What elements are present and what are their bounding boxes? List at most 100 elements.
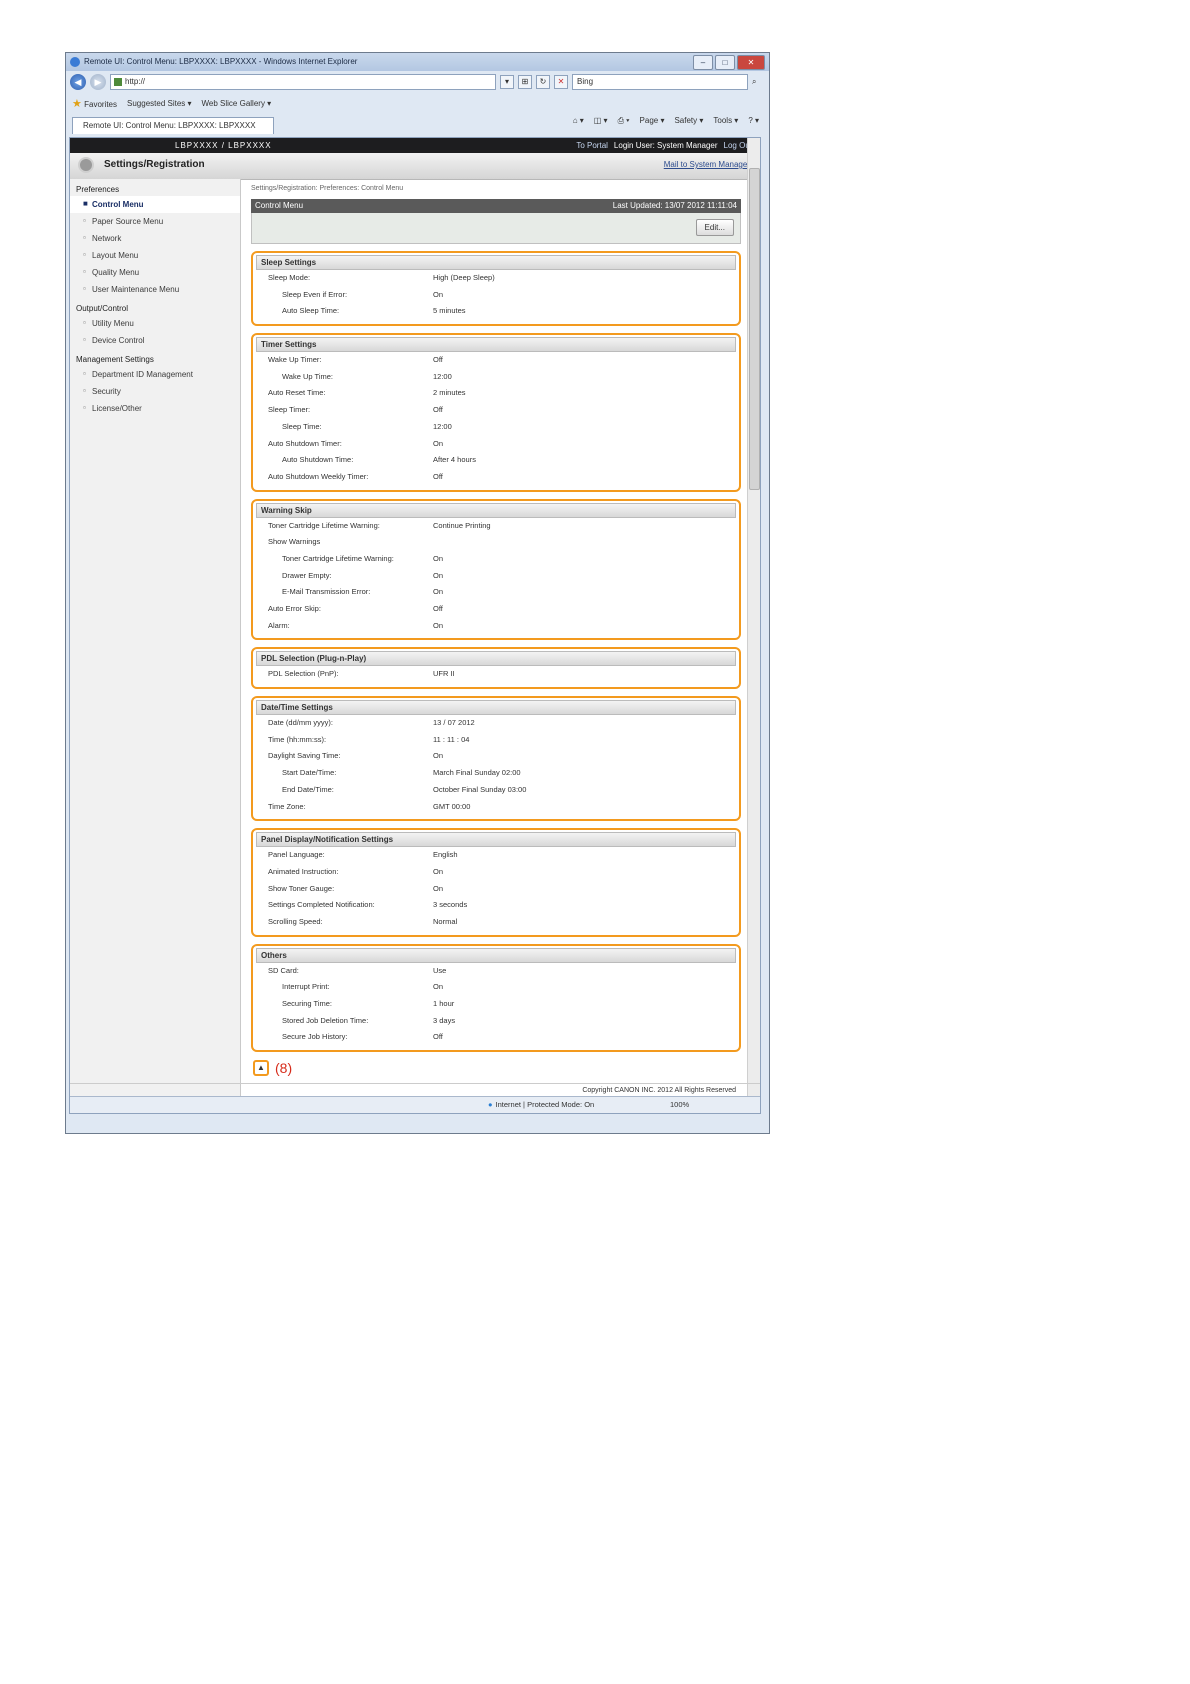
favorites-button[interactable]: ★ Favorites (72, 97, 117, 110)
setting-row: PDL Selection (PnP): UFR II (256, 666, 736, 683)
setting-value: 12:00 (433, 371, 452, 381)
mail-to-system-manager-link[interactable]: Mail to System Manager (664, 160, 750, 169)
setting-label: Wake Up Timer: (268, 355, 322, 365)
minimize-icon[interactable]: – (693, 55, 713, 70)
sidebar-item-security[interactable]: Security (70, 383, 240, 400)
to-portal-link[interactable]: To Portal (576, 138, 608, 153)
search-icon[interactable]: ⌕ (752, 77, 756, 87)
web-slice-gallery-link[interactable]: Web Slice Gallery ▾ (202, 99, 272, 108)
setting-value: October Final Sunday 03:00 (433, 784, 527, 794)
dropdown-icon[interactable]: ▾ (500, 75, 514, 89)
command-bar: ⌂ ▾ ◫ ▾ ⎙ ▾ Page ▾ Safety ▾ Tools ▾ ? ▾ (573, 116, 759, 126)
search-input[interactable]: Bing (572, 74, 748, 90)
settings-section: Sleep Settings Sleep Mode: High (Deep Slee… (251, 251, 760, 327)
setting-label: Sleep Time: (282, 421, 322, 431)
setting-label: Secure Job History: (282, 1032, 348, 1042)
home-icon[interactable]: ⌂ ▾ (573, 116, 584, 126)
setting-label: Auto Sleep Time: (282, 306, 340, 316)
setting-value: 11 : 11 : 04 (433, 734, 470, 744)
vertical-scrollbar[interactable] (747, 138, 760, 1113)
settings-section: PDL Selection (Plug-n-Play) PDL Selection… (251, 647, 760, 690)
compatibility-icon[interactable]: ⊞ (518, 75, 532, 89)
settings-section: Date/Time Settings Date (dd/mm yyyy): 13 /… (251, 696, 760, 822)
browser-tab[interactable]: Remote UI: Control Menu: LBPXXXX: LBPXXX… (72, 116, 274, 134)
sidebar-item-network[interactable]: Network (70, 230, 240, 247)
setting-row: Auto Shutdown Weekly Timer: Off (256, 469, 736, 486)
setting-label: Toner Cartridge Lifetime Warning: (268, 520, 380, 530)
setting-label: Time Zone: (268, 801, 306, 811)
print-icon[interactable]: ⎙ ▾ (618, 116, 630, 126)
setting-row: Daylight Saving Time: On (256, 748, 736, 765)
edit-button[interactable]: Edit... (695, 219, 734, 236)
setting-row: Wake Up Time: 12:00 (256, 369, 736, 386)
page-content: LBPXXXX / LBPXXXX To Portal Login User: … (69, 137, 761, 1114)
setting-row: Drawer Empty: On (256, 568, 736, 585)
panel-title: Control Menu (255, 201, 304, 210)
refresh-icon[interactable]: ↻ (536, 75, 550, 89)
forward-icon[interactable]: ▶ (90, 74, 106, 90)
setting-value: On (433, 866, 444, 876)
back-to-top-icon[interactable]: ▲ (253, 1060, 269, 1077)
maximize-icon[interactable]: □ (715, 55, 735, 70)
scrollbar-thumb[interactable] (749, 168, 760, 490)
safety-menu[interactable]: Safety ▾ (674, 116, 703, 126)
help-icon[interactable]: ? ▾ (748, 116, 759, 126)
setting-label: Sleep Mode: (268, 273, 311, 282)
setting-row: Time (hh:mm:ss): 11 : 11 : 04 (256, 732, 736, 749)
address-bar[interactable]: http:// (110, 74, 496, 90)
setting-value: 5 minutes (433, 306, 466, 316)
section-title: PDL Selection (Plug-n-Play) (256, 651, 736, 667)
setting-row: E-Mail Transmission Error: On (256, 584, 736, 601)
page-menu[interactable]: Page ▾ (640, 116, 665, 126)
setting-value: On (433, 438, 444, 448)
top-links: To Portal Login User: System Manager Log… (576, 138, 752, 153)
sidebar-item-user-maintenance-menu[interactable]: User Maintenance Menu (70, 281, 240, 298)
setting-value: Off (433, 471, 443, 481)
favorites-bar: ★ Favorites Suggested Sites ▾ Web Slice … (66, 93, 769, 113)
setting-label: Auto Reset Time: (268, 388, 326, 398)
setting-value: On (433, 883, 444, 893)
setting-row: Securing Time: 1 hour (256, 996, 736, 1013)
address-row: ◀ ▶ http:// ▾ ⊞ ↻ ✕ Bing ⌕ (66, 71, 769, 93)
setting-value: Off (433, 405, 443, 415)
feeds-icon[interactable]: ◫ ▾ (594, 116, 608, 126)
sidebar: Preferences Control Menu Paper Source Me… (70, 179, 241, 1099)
setting-value: On (433, 587, 444, 597)
suggested-sites-link[interactable]: Suggested Sites ▾ (127, 99, 192, 108)
setting-row: Toner Cartridge Lifetime Warning: On (256, 551, 736, 568)
setting-row: Auto Shutdown Time: After 4 hours (256, 452, 736, 469)
setting-label: Wake Up Time: (282, 371, 333, 381)
setting-row: Sleep Mode: High (Deep Sleep) (256, 270, 736, 287)
setting-row: Show Toner Gauge: On (256, 881, 736, 898)
sidebar-item-control-menu[interactable]: Control Menu (70, 196, 240, 213)
sidebar-item-device-control[interactable]: Device Control (70, 332, 240, 349)
stop-icon[interactable]: ✕ (554, 75, 568, 89)
section-title: Timer Settings (256, 337, 736, 353)
sidebar-item-department-id-management[interactable]: Department ID Management (70, 366, 240, 383)
setting-row: Stored Job Deletion Time: 3 days (256, 1013, 736, 1030)
setting-row: Date (dd/mm yyyy): 13 / 07 2012 (256, 715, 736, 732)
sidebar-item-paper-source-menu[interactable]: Paper Source Menu (70, 213, 240, 230)
setting-row: Interrupt Print: On (256, 979, 736, 996)
setting-row: Auto Reset Time: 2 minutes (256, 385, 736, 402)
setting-value: On (433, 553, 444, 563)
setting-value: 3 days (433, 1015, 456, 1025)
setting-label: Date (dd/mm yyyy): (268, 718, 334, 728)
settings-section: Others SD Card: Use Interrupt Print: On Secur… (251, 943, 760, 1053)
setting-row: Sleep Even if Error: On (256, 287, 736, 304)
copyright: Copyright CANON INC. 2012 All Rights Res… (70, 1083, 760, 1097)
sidebar-item-quality-menu[interactable]: Quality Menu (70, 264, 240, 281)
setting-label: Auto Error Skip: (268, 604, 321, 613)
sidebar-item-utility-menu[interactable]: Utility Menu (70, 315, 240, 332)
setting-label: PDL Selection (PnP): (268, 669, 339, 679)
control-menu-toolbar: Edit... (251, 213, 741, 244)
setting-label: Scrolling Speed: (268, 916, 323, 926)
sidebar-item-license-other[interactable]: License/Other (70, 400, 240, 417)
setting-row: Scrolling Speed: Normal (256, 914, 736, 931)
back-icon[interactable]: ◀ (70, 74, 86, 90)
tools-menu[interactable]: Tools ▾ (713, 116, 738, 126)
sidebar-item-layout-menu[interactable]: Layout Menu (70, 247, 240, 264)
close-icon[interactable]: ✕ (737, 55, 765, 70)
zoom-level[interactable]: 100% (670, 1097, 689, 1113)
sidebar-section-title: Output/Control (76, 304, 129, 313)
